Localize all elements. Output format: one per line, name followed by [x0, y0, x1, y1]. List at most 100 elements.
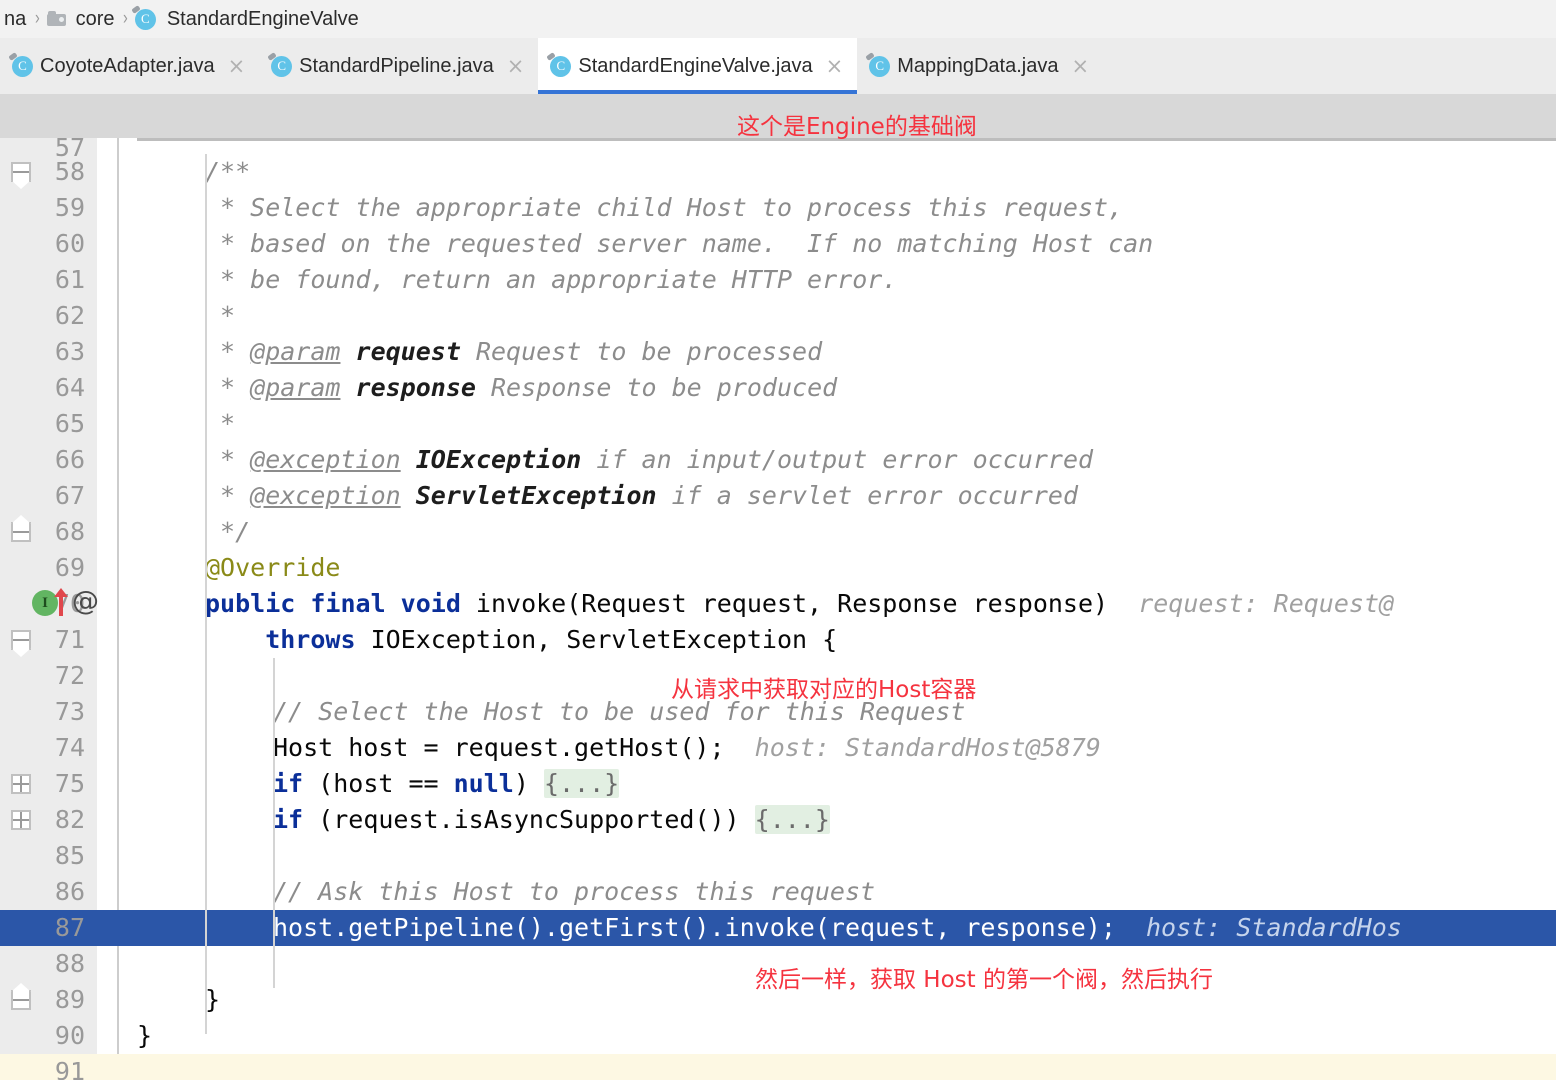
code-token: } [137, 1021, 153, 1050]
fold-collapse-icon[interactable] [11, 990, 31, 1010]
code-line[interactable]: 59 * Select the appropriate child Host t… [0, 190, 1556, 226]
breadcrumb-label: StandardEngineValve [166, 7, 359, 30]
code-token: @param [250, 373, 341, 402]
code-line[interactable]: 69 @Override [0, 550, 1556, 586]
line-number: 61 [54, 265, 85, 294]
code-text: * [205, 406, 235, 442]
breadcrumb: na › core › C StandardEngineValve [0, 0, 1556, 38]
code-token: // Ask this Host to process this request [273, 877, 876, 906]
code-token: ) [513, 769, 544, 798]
code-line[interactable]: 71 throws IOException, ServletException … [0, 622, 1556, 658]
breadcrumb-item-na[interactable]: na › [0, 8, 47, 31]
fold-minus-bar [13, 531, 29, 533]
code-token: host.getPipeline().getFirst().invoke(req… [273, 913, 1116, 942]
line-number: 60 [54, 229, 85, 258]
code-line[interactable]: 86 // Ask this Host to process this reque… [0, 874, 1556, 910]
code-line[interactable]: 82 if (request.isAsyncSupported()) {...} [0, 802, 1556, 838]
code-text: * @exception ServletException if a servl… [205, 478, 1078, 514]
code-line[interactable]: 61 * be found, return an appropriate HTT… [0, 262, 1556, 298]
code-text: // Ask this Host to process this request [273, 874, 875, 910]
code-text: } [137, 1018, 152, 1054]
close-icon[interactable]: × [826, 55, 844, 77]
fold-minus-bar [13, 171, 29, 173]
breadcrumb-item-class[interactable]: C StandardEngineValve [134, 7, 363, 31]
code-token: } [205, 985, 221, 1014]
indent-guide [273, 658, 275, 988]
breadcrumb-item-core[interactable]: core › [46, 8, 135, 31]
line-number: 62 [54, 301, 85, 330]
line-number: 63 [54, 337, 85, 366]
breadcrumb-label: na [4, 7, 27, 30]
code-token: * [205, 301, 236, 330]
code-editor[interactable]: 57 58/** 59 * Select the appropriate child… [0, 138, 1556, 1080]
tab-label: MappingData.java [897, 54, 1059, 77]
code-text: * be found, return an appropriate HTTP e… [205, 262, 897, 298]
code-token: /** [205, 157, 251, 186]
fold-expand-icon[interactable] [11, 774, 31, 794]
override-arrow-icon[interactable] [54, 588, 68, 616]
code-line[interactable]: 68 */ [0, 514, 1556, 550]
code-line[interactable]: 65 * [0, 406, 1556, 442]
tab-standard-engine-valve[interactable]: C StandardEngineValve.java × [538, 38, 858, 94]
ide-editor-window: na › core › C StandardEngineValve C Coyo… [0, 0, 1556, 1080]
code-token: public final void [205, 589, 461, 618]
code-token: * Select the appropriate child Host to p… [205, 193, 1124, 222]
code-text: * @exception IOException if an input/out… [205, 442, 1093, 478]
code-line[interactable]: 63 * @param request Request to be proces… [0, 334, 1556, 370]
line-number: 72 [54, 661, 85, 690]
code-token: * [205, 445, 251, 474]
line-number: 59 [54, 193, 85, 222]
code-token: {...} [754, 805, 830, 834]
code-line[interactable]: 62 * [0, 298, 1556, 334]
code-line[interactable]: 75 if (host == null) {...} [0, 766, 1556, 802]
code-line[interactable]: 67 * @exception ServletException if a se… [0, 478, 1556, 514]
code-text: if (request.isAsyncSupported()) {...} [273, 802, 830, 838]
close-icon[interactable]: × [1071, 55, 1089, 77]
java-class-icon: C [869, 55, 891, 77]
code-text: * @param response Response to be produce… [205, 370, 837, 406]
at-annotation-icon[interactable]: @ [72, 588, 99, 615]
code-line[interactable]: 91 [0, 1054, 1556, 1080]
java-class-icon: C [271, 55, 293, 77]
chevron-right-icon: › [35, 8, 41, 29]
code-token: throws [205, 625, 356, 654]
line-number: 91 [54, 1057, 85, 1080]
code-token: */ [205, 517, 251, 546]
line-number: 86 [54, 877, 85, 906]
code-token: * [205, 409, 236, 438]
line-number: 74 [54, 733, 85, 762]
tab-coyote-adapter[interactable]: C CoyoteAdapter.java × [0, 38, 259, 94]
code-line[interactable]: 74 Host host = request.getHost(); host: S… [0, 730, 1556, 766]
code-line[interactable]: 85 [0, 838, 1556, 874]
tab-mapping-data[interactable]: C MappingData.java × [857, 38, 1103, 94]
annotation-text-3: 然后一样，获取 Host 的第一个阀，然后执行 [755, 967, 1213, 993]
code-text: } [205, 982, 220, 1018]
fold-collapse-icon[interactable] [11, 522, 31, 542]
code-text: @Override [205, 550, 340, 586]
code-line[interactable]: 58/** [0, 154, 1556, 190]
fold-collapse-icon[interactable] [11, 162, 31, 182]
close-icon[interactable]: × [228, 55, 246, 77]
code-line[interactable]: 70 public final void invoke(Request reque… [0, 586, 1556, 622]
code-text: * [205, 298, 235, 334]
line-number: 90 [54, 1021, 85, 1050]
code-token: if an input/output error occurred [581, 445, 1094, 474]
code-token: @Override [205, 553, 341, 582]
fold-collapse-icon[interactable] [11, 630, 31, 650]
code-token: * [205, 337, 251, 366]
code-line[interactable]: 90} [0, 1018, 1556, 1054]
line-number: 67 [54, 481, 85, 510]
line-number: 64 [54, 373, 85, 402]
line-number: 88 [54, 949, 85, 978]
close-icon[interactable]: × [507, 55, 525, 77]
line-number: 85 [54, 841, 85, 870]
tab-label: StandardPipeline.java [299, 54, 494, 77]
fold-expand-icon[interactable] [11, 810, 31, 830]
code-token: host: StandardHos [1115, 913, 1402, 942]
code-line[interactable]: 60 * based on the requested server name.… [0, 226, 1556, 262]
code-line[interactable]: 64 * @param response Response to be prod… [0, 370, 1556, 406]
code-line[interactable]: 66 * @exception IOException if an input/… [0, 442, 1556, 478]
code-line[interactable]: 87 host.getPipeline().getFirst().invoke(r… [0, 910, 1556, 946]
tab-standard-pipeline[interactable]: C StandardPipeline.java × [259, 38, 538, 94]
code-token: * based on the requested server name. If… [205, 229, 1154, 258]
